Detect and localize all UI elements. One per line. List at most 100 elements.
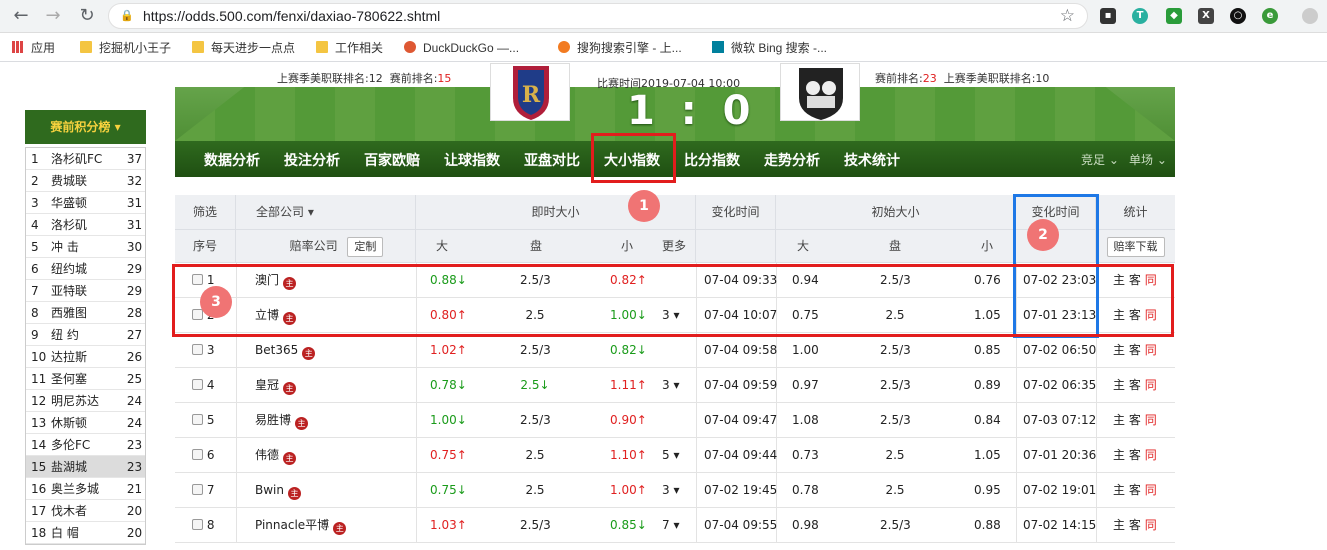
company-cell[interactable]: Bwin 主 (255, 473, 301, 508)
standing-team[interactable]: 多伦FC (49, 434, 124, 456)
row-select[interactable]: 3 (192, 333, 214, 368)
standings-row[interactable]: 6 纽约城 29 (26, 258, 145, 280)
standings-row[interactable]: 12 明尼苏达 24 (26, 390, 145, 412)
tab-score-index[interactable]: 比分指数 (684, 150, 740, 170)
company-name[interactable]: 易胜博 (255, 413, 291, 427)
standings-row[interactable]: 4 洛杉矶 31 (26, 214, 145, 236)
standings-row[interactable]: 17 伐木者 20 (26, 500, 145, 522)
company-name[interactable]: Pinnacle平博 (255, 518, 329, 532)
row-select[interactable]: 7 (192, 473, 214, 508)
home-link[interactable]: 主 (1113, 378, 1125, 392)
extension-icon-1[interactable]: ▪ (1100, 8, 1116, 24)
all-companies-dropdown[interactable]: 全部公司 ▾ (236, 195, 416, 229)
company-name[interactable]: 伟德 (255, 448, 279, 462)
away-link[interactable]: 客 (1129, 448, 1141, 462)
standing-team[interactable]: 亚特联 (49, 280, 124, 302)
company-cell[interactable]: 皇冠主 (255, 368, 297, 403)
standings-row[interactable]: 14 多伦FC 23 (26, 434, 145, 456)
profile-avatar[interactable] (1302, 8, 1318, 24)
nav-danchang[interactable]: 单场 ⌄ (1129, 151, 1167, 168)
standing-team[interactable]: 洛杉矶 (49, 214, 124, 236)
more-dropdown[interactable]: 3 ▾ (662, 368, 679, 403)
company-cell[interactable]: Pinnacle平博主 (255, 508, 347, 543)
row-select[interactable]: 8 (192, 508, 214, 543)
standings-row[interactable]: 2 费城联 32 (26, 170, 145, 192)
home-link[interactable]: 主 (1113, 343, 1125, 357)
tab-handicap-index[interactable]: 让球指数 (444, 150, 500, 170)
bookmark-bing[interactable]: 微软 Bing 搜索 -... (712, 39, 827, 57)
reload-icon[interactable]: ↻ (76, 5, 98, 27)
standings-row[interactable]: 13 休斯顿 24 (26, 412, 145, 434)
standings-row[interactable]: 1 洛杉矶FC 37 (26, 148, 145, 170)
standing-team[interactable]: 达拉斯 (49, 346, 124, 368)
standing-team[interactable]: 伐木者 (49, 500, 124, 522)
forward-icon[interactable]: → (42, 5, 64, 27)
extension-icon-5[interactable]: ○ (1230, 8, 1246, 24)
standing-team[interactable]: 白 帽 (49, 522, 124, 544)
row-checkbox[interactable] (192, 414, 203, 425)
standings-row[interactable]: 7 亚特联 29 (26, 280, 145, 302)
away-team-logo[interactable] (780, 63, 860, 121)
away-link[interactable]: 客 (1129, 483, 1141, 497)
standing-team[interactable]: 华盛顿 (49, 192, 124, 214)
same-link[interactable]: 同 (1145, 518, 1157, 532)
standing-team[interactable]: 奥兰多城 (49, 478, 124, 500)
bookmark-folder-3[interactable]: 工作相关 (316, 39, 383, 57)
same-link[interactable]: 同 (1145, 378, 1157, 392)
standings-row[interactable]: 5 冲 击 30 (26, 236, 145, 258)
tab-tech-stats[interactable]: 技术统计 (844, 150, 900, 170)
away-link[interactable]: 客 (1129, 518, 1141, 532)
back-icon[interactable]: ← (10, 5, 32, 27)
row-select[interactable]: 4 (192, 368, 214, 403)
home-team-logo[interactable]: R (490, 63, 570, 121)
row-checkbox[interactable] (192, 379, 203, 390)
standing-team[interactable]: 纽约城 (49, 258, 124, 280)
same-link[interactable]: 同 (1145, 448, 1157, 462)
row-checkbox[interactable] (192, 449, 203, 460)
extension-icon-4[interactable]: X (1198, 8, 1214, 24)
company-name[interactable]: Bwin (255, 483, 284, 497)
row-checkbox[interactable] (192, 344, 203, 355)
company-cell[interactable]: Bet365 主 (255, 333, 316, 368)
standing-team[interactable]: 费城联 (49, 170, 124, 192)
bookmark-sogou[interactable]: 搜狗搜索引擎 - 上... (558, 39, 682, 57)
bookmark-folder-2[interactable]: 每天进步一点点 (192, 39, 295, 57)
extension-icon-2[interactable]: T (1132, 8, 1148, 24)
company-cell[interactable]: 易胜博主 (255, 403, 309, 438)
standing-team[interactable]: 洛杉矶FC (49, 148, 124, 170)
evernote-icon[interactable]: e (1262, 8, 1278, 24)
nav-jingzu[interactable]: 竞足 ⌄ (1081, 151, 1119, 168)
bookmark-folder-1[interactable]: 挖掘机小王子 (80, 39, 171, 57)
more-dropdown[interactable]: 5 ▾ (662, 438, 679, 473)
away-link[interactable]: 客 (1129, 413, 1141, 427)
standings-row[interactable]: 10 达拉斯 26 (26, 346, 145, 368)
url-text[interactable]: https://odds.500.com/fenxi/daxiao-780622… (143, 8, 440, 24)
home-link[interactable]: 主 (1113, 483, 1125, 497)
standings-title[interactable]: 赛前积分榜 ▾ (25, 110, 146, 144)
row-select[interactable]: 5 (192, 403, 214, 438)
standing-team[interactable]: 纽 约 (49, 324, 124, 346)
standings-row[interactable]: 3 华盛顿 31 (26, 192, 145, 214)
tab-trend-analysis[interactable]: 走势分析 (764, 150, 820, 170)
bookmark-star-icon[interactable]: ☆ (1060, 6, 1075, 26)
address-bar[interactable]: 🔒 https://odds.500.com/fenxi/daxiao-7806… (108, 3, 1088, 29)
standings-row[interactable]: 18 白 帽 20 (26, 522, 145, 544)
same-link[interactable]: 同 (1145, 483, 1157, 497)
company-cell[interactable]: 伟德主 (255, 438, 297, 473)
standing-team[interactable]: 明尼苏达 (49, 390, 124, 412)
tab-asian-compare[interactable]: 亚盘对比 (524, 150, 580, 170)
tab-betting-analysis[interactable]: 投注分析 (284, 150, 340, 170)
standings-row[interactable]: 8 西雅图 28 (26, 302, 145, 324)
more-dropdown[interactable]: 7 ▾ (662, 508, 679, 543)
standing-team[interactable]: 盐湖城 (49, 456, 124, 478)
bookmark-apps[interactable]: 应用 (12, 39, 55, 57)
tab-data-analysis[interactable]: 数据分析 (204, 150, 260, 170)
home-link[interactable]: 主 (1113, 413, 1125, 427)
standings-row[interactable]: 11 圣何塞 25 (26, 368, 145, 390)
standing-team[interactable]: 冲 击 (49, 236, 124, 258)
company-name[interactable]: Bet365 (255, 343, 298, 357)
same-link[interactable]: 同 (1145, 343, 1157, 357)
odds-download-button[interactable]: 赔率下载 (1106, 237, 1165, 257)
standing-team[interactable]: 圣何塞 (49, 368, 124, 390)
row-select[interactable]: 6 (192, 438, 214, 473)
